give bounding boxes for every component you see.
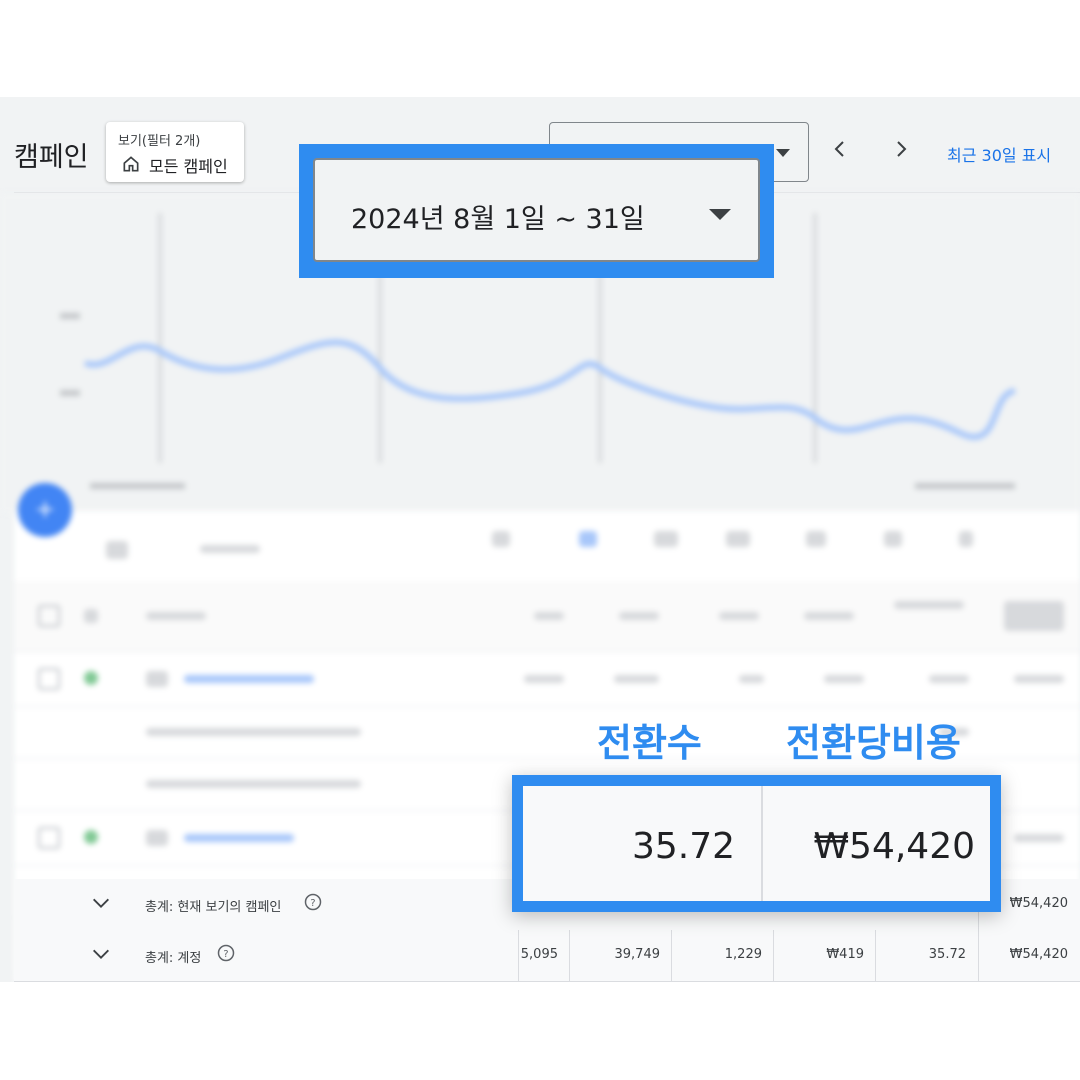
table-toolbar <box>14 511 1080 582</box>
help-icon[interactable]: ? <box>217 944 235 962</box>
account-total-cost-per-conversion: ₩54,420 <box>1009 947 1068 962</box>
add-campaign-button[interactable]: + <box>18 483 72 537</box>
date-range-callout: 2024년 8월 1일 ~ 31일 <box>299 144 774 278</box>
values-callout: 35.72 ₩54,420 <box>512 775 1001 912</box>
page-title: 캠페인 <box>14 142 89 173</box>
chevron-left-icon[interactable] <box>828 137 852 161</box>
dropdown-caret-icon <box>709 209 731 220</box>
svg-text:?: ? <box>310 898 315 909</box>
home-icon <box>123 156 139 172</box>
account-total-conversions: 35.72 <box>928 947 966 962</box>
column-divider <box>875 930 876 981</box>
account-total-row: 총계: 계정 ? 5,095 39,749 1,229 ₩419 35.72 ₩… <box>14 930 1080 982</box>
conversions-value: 35.72 <box>631 826 735 867</box>
account-total-impressions: 5,095 <box>520 947 558 962</box>
column-divider <box>773 930 774 981</box>
table-row <box>14 651 1080 707</box>
date-range-dropdown[interactable]: 2024년 8월 1일 ~ 31일 <box>313 158 760 262</box>
view-filter-label: 보기(필터 2개) <box>118 134 201 149</box>
date-range-text: 2024년 8월 1일 ~ 31일 <box>351 204 645 235</box>
account-total-avg-cpc: ₩419 <box>826 947 864 962</box>
plus-icon: + <box>34 495 56 523</box>
cost-per-conversion-value: ₩54,420 <box>813 826 975 867</box>
chevron-down-icon[interactable] <box>90 943 112 965</box>
svg-text:?: ? <box>223 949 228 960</box>
view-filter-chip[interactable]: 보기(필터 2개) 모든 캠페인 <box>106 122 244 182</box>
dropdown-caret-icon <box>776 149 790 157</box>
account-total-clicks: 39,749 <box>614 947 661 962</box>
view-total-label: 총계: 현재 보기의 캠페인 <box>145 900 282 915</box>
account-total-label: 총계: 계정 <box>145 951 202 966</box>
chart-line <box>83 339 1016 440</box>
column-divider <box>569 930 570 981</box>
conversions-label: 전환수 <box>597 721 702 765</box>
view-total-cost-per-conversion: ₩54,420 <box>1009 896 1068 911</box>
column-divider <box>978 930 979 981</box>
table-header <box>14 581 1080 652</box>
values-box: 35.72 ₩54,420 <box>523 786 990 901</box>
help-icon[interactable]: ? <box>304 893 322 911</box>
cost-per-conversion-label: 전환당비용 <box>786 721 961 765</box>
account-total-metric-3: 1,229 <box>724 947 762 962</box>
column-divider <box>671 930 672 981</box>
chevron-right-icon[interactable] <box>889 137 913 161</box>
recent-30-days-link[interactable]: 최근 30일 표시 <box>947 142 1051 166</box>
view-filter-value: 모든 캠페인 <box>149 157 228 176</box>
chevron-down-icon[interactable] <box>90 892 112 914</box>
